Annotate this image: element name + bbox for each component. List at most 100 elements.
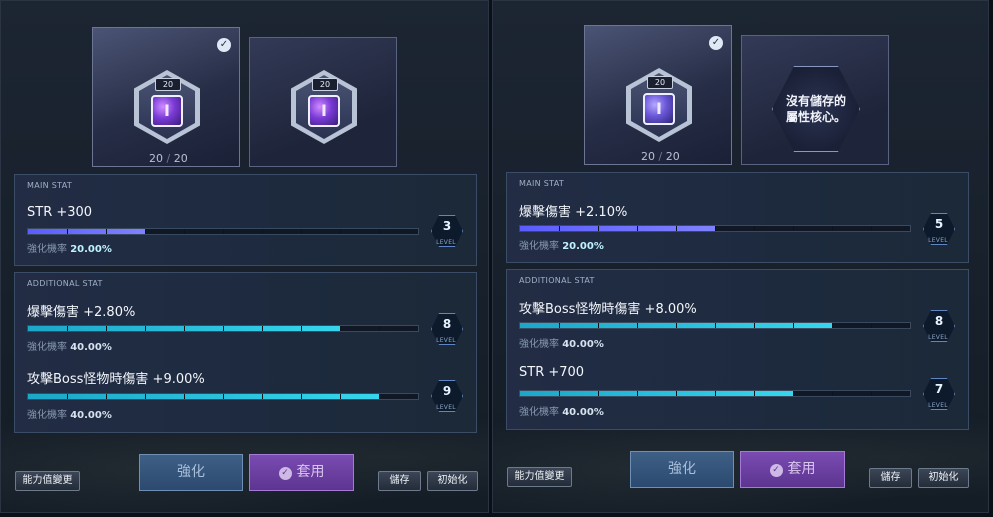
bar-segment-tick bbox=[754, 226, 755, 231]
bar-segment-tick bbox=[184, 394, 185, 399]
bar-segment-tick bbox=[262, 326, 263, 331]
additional-stat-title: ADDITIONAL STAT bbox=[27, 279, 103, 288]
additional-stat-1-level-label: LEVEL bbox=[928, 334, 948, 341]
current-core-slot[interactable]: ✓ 20 I 20 / 20 bbox=[92, 27, 240, 167]
bar-segment-tick bbox=[793, 226, 794, 231]
additional-stat-title: ADDITIONAL STAT bbox=[519, 276, 595, 285]
core-level-badge: 20 bbox=[647, 76, 673, 89]
bar-segment-tick bbox=[301, 394, 302, 399]
selected-check-icon: ✓ bbox=[217, 38, 231, 52]
additional-stat-1-progress-bar bbox=[27, 325, 419, 332]
core-glyph-icon: I bbox=[151, 95, 183, 127]
apply-button-label: 套用 bbox=[787, 461, 816, 477]
empty-slot-message: 沒有儲存的 屬性核心。 bbox=[785, 94, 846, 124]
additional-stat-box: ADDITIONAL STAT 攻擊Boss怪物時傷害 +8.00% 強化機率 … bbox=[506, 269, 969, 430]
bar-segment-tick bbox=[793, 391, 794, 396]
bar-segment-tick bbox=[184, 229, 185, 234]
bar-segment-tick bbox=[223, 229, 224, 234]
main-stat-name: STR +300 bbox=[27, 205, 93, 220]
bar-segment-tick bbox=[871, 323, 872, 328]
stored-core-glyph-icon: I bbox=[308, 95, 340, 127]
save-button[interactable]: 儲存 bbox=[378, 471, 421, 491]
apply-button[interactable]: ✓ 套用 bbox=[740, 451, 845, 488]
reset-button[interactable]: 初始化 bbox=[427, 471, 478, 491]
left-core-panel: ✓ 20 I 20 / 20 20 I MAIN STAT STR +300 強… bbox=[0, 0, 489, 513]
bar-segment-tick bbox=[106, 326, 107, 331]
bar-segment-tick bbox=[301, 229, 302, 234]
additional-stat-2-rate: 強化機率 40.00% bbox=[519, 407, 604, 418]
bar-segment-tick bbox=[145, 394, 146, 399]
bar-segment-tick bbox=[340, 394, 341, 399]
bar-segment-tick bbox=[559, 226, 560, 231]
bar-segment-tick bbox=[715, 226, 716, 231]
stat-change-button[interactable]: 能力值變更 bbox=[507, 467, 572, 487]
core-hex-icon: 20 I bbox=[626, 68, 692, 142]
stored-core-hex-icon: 20 I bbox=[291, 70, 357, 144]
bar-segment-tick bbox=[637, 391, 638, 396]
bar-segment-tick bbox=[262, 394, 263, 399]
additional-stat-box: ADDITIONAL STAT 爆擊傷害 +2.80% 強化機率 40.00% … bbox=[14, 272, 477, 433]
bar-segment-tick bbox=[676, 226, 677, 231]
apply-check-icon: ✓ bbox=[278, 467, 292, 480]
bar-segment-tick bbox=[832, 226, 833, 231]
bar-segment-tick bbox=[340, 326, 341, 331]
enhance-button[interactable]: 強化 bbox=[630, 451, 734, 488]
core-glyph-icon: I bbox=[643, 93, 675, 125]
bar-segment-tick bbox=[637, 323, 638, 328]
apply-check-icon: ✓ bbox=[769, 464, 783, 477]
bar-segment-tick bbox=[106, 394, 107, 399]
additional-stat-2-progress-bar bbox=[27, 393, 419, 400]
bar-segment-tick bbox=[379, 394, 380, 399]
bar-segment-tick bbox=[106, 229, 107, 234]
main-stat-rate: 強化機率 20.00% bbox=[27, 244, 112, 255]
stored-core-level-badge: 20 bbox=[312, 78, 338, 91]
bar-segment-tick bbox=[301, 326, 302, 331]
bar-segment-tick bbox=[340, 229, 341, 234]
main-stat-box: MAIN STAT STR +300 強化機率 20.00% 3 LEVEL bbox=[14, 174, 477, 266]
additional-stat-1-level-label: LEVEL bbox=[436, 337, 456, 344]
stat-change-button[interactable]: 能力值變更 bbox=[15, 471, 80, 491]
empty-core-slot[interactable]: 沒有儲存的 屬性核心。 bbox=[741, 35, 889, 165]
bar-segment-tick bbox=[559, 391, 560, 396]
bar-segment-tick bbox=[559, 323, 560, 328]
bar-segment-tick bbox=[793, 323, 794, 328]
main-stat-rate: 強化機率 20.00% bbox=[519, 241, 604, 252]
bar-segment-tick bbox=[598, 323, 599, 328]
bar-segment-tick bbox=[67, 229, 68, 234]
additional-stat-2-name: 攻擊Boss怪物時傷害 +9.00% bbox=[27, 372, 205, 387]
bar-segment-tick bbox=[871, 226, 872, 231]
current-core-slot[interactable]: ✓ 20 I 20 / 20 bbox=[584, 25, 732, 165]
bar-segment-tick bbox=[832, 323, 833, 328]
additional-stat-2-progress-bar bbox=[519, 390, 911, 397]
bar-segment-tick bbox=[676, 391, 677, 396]
additional-stat-2-level-label: LEVEL bbox=[928, 402, 948, 409]
save-button[interactable]: 儲存 bbox=[869, 468, 912, 488]
main-stat-progress-bar bbox=[519, 225, 911, 232]
additional-stat-1-rate: 強化機率 40.00% bbox=[519, 339, 604, 350]
bar-segment-tick bbox=[379, 326, 380, 331]
additional-stat-1-name: 爆擊傷害 +2.80% bbox=[27, 305, 136, 320]
enhance-button[interactable]: 強化 bbox=[139, 454, 243, 491]
stored-core-slot[interactable]: 20 I bbox=[249, 37, 397, 167]
main-stat-progress-bar bbox=[27, 228, 419, 235]
bar-segment-tick bbox=[145, 229, 146, 234]
apply-button[interactable]: ✓ 套用 bbox=[249, 454, 354, 491]
bar-segment-tick bbox=[379, 229, 380, 234]
bar-segment-tick bbox=[598, 391, 599, 396]
bar-segment-tick bbox=[223, 326, 224, 331]
bar-segment-tick bbox=[715, 323, 716, 328]
bar-segment-tick bbox=[223, 394, 224, 399]
main-stat-box: MAIN STAT 爆擊傷害 +2.10% 強化機率 20.00% 5 LEVE… bbox=[506, 172, 969, 263]
bar-segment-tick bbox=[145, 326, 146, 331]
bar-segment-tick bbox=[184, 326, 185, 331]
reset-button[interactable]: 初始化 bbox=[918, 468, 969, 488]
additional-stat-2-level-label: LEVEL bbox=[436, 404, 456, 411]
core-count: 20 / 20 bbox=[149, 152, 188, 165]
bar-segment-tick bbox=[598, 226, 599, 231]
core-count: 20 / 20 bbox=[641, 150, 680, 163]
bar-segment-tick bbox=[67, 394, 68, 399]
additional-stat-1-rate: 強化機率 40.00% bbox=[27, 342, 112, 353]
main-stat-level-label: LEVEL bbox=[436, 239, 456, 246]
main-stat-name: 爆擊傷害 +2.10% bbox=[519, 205, 628, 220]
apply-button-label: 套用 bbox=[296, 464, 325, 480]
